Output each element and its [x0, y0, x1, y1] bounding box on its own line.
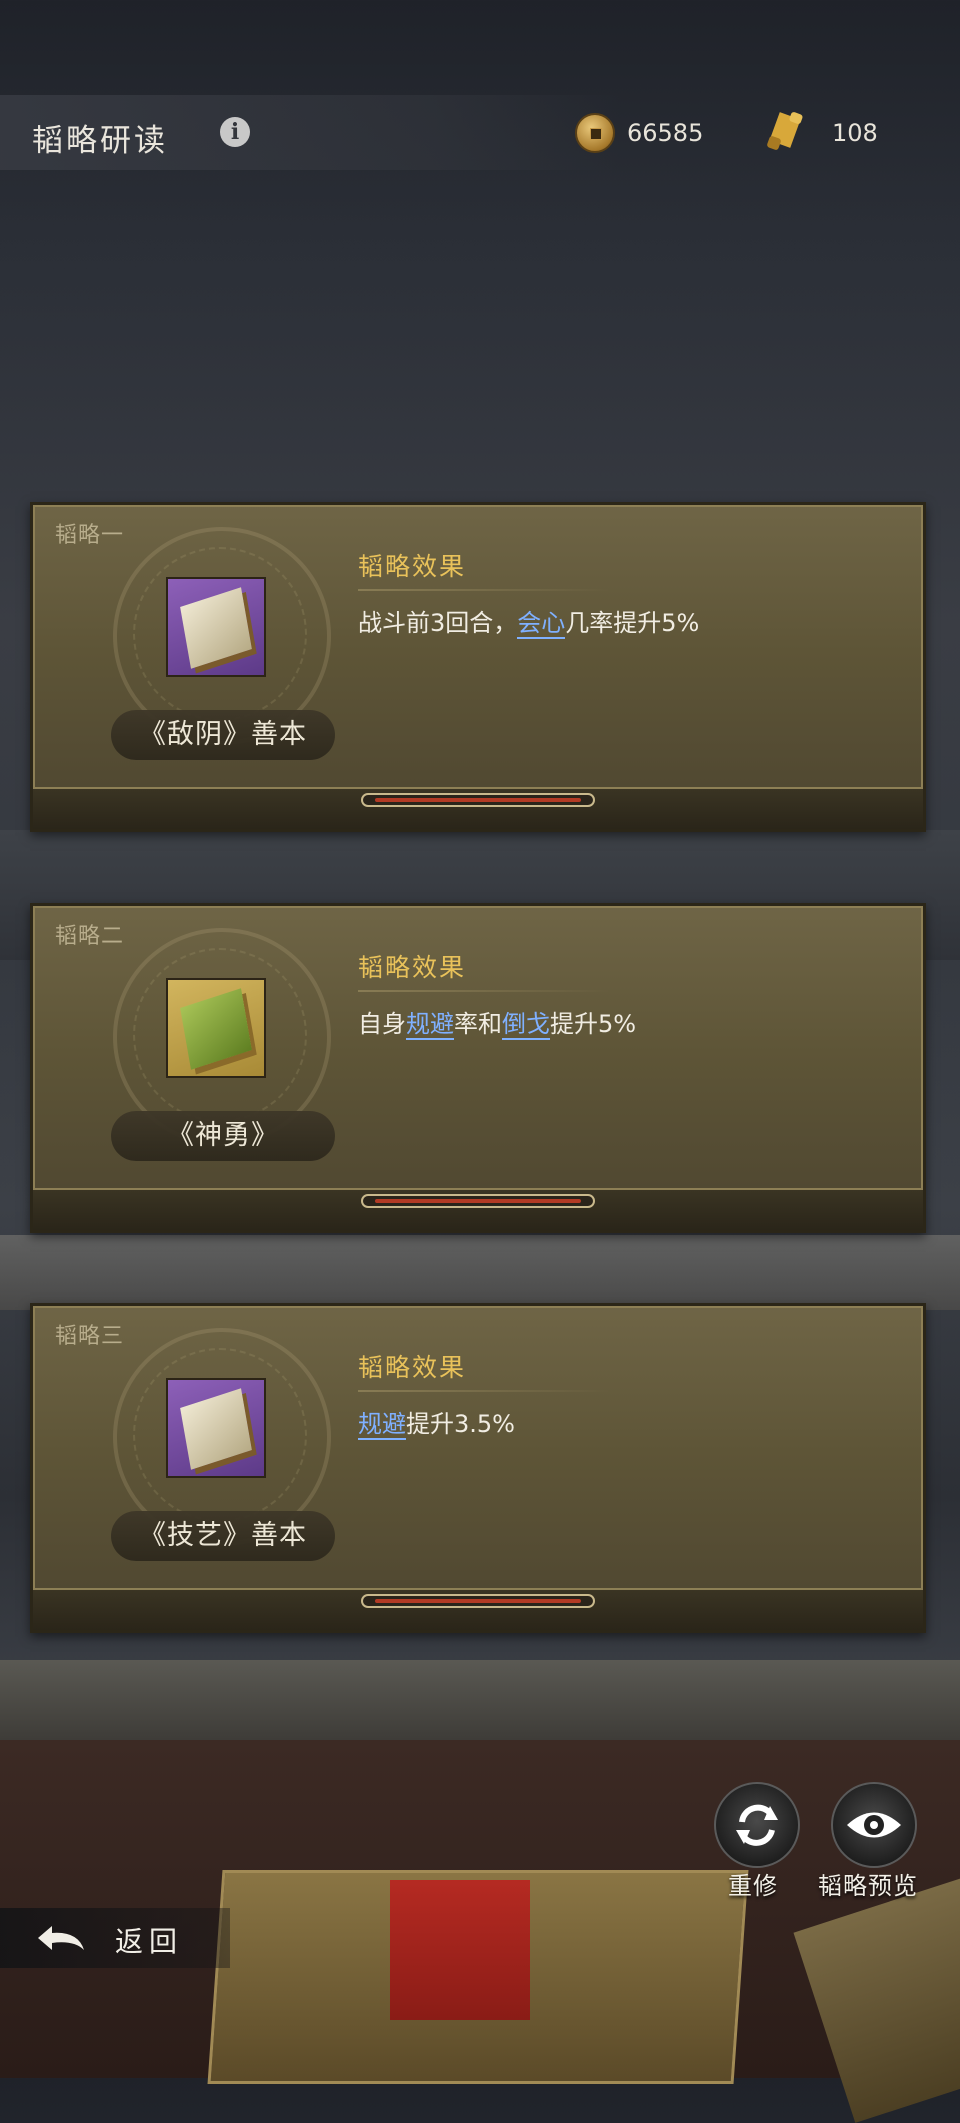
reforge-button[interactable]: [714, 1782, 800, 1868]
progress-fill: [375, 1599, 581, 1603]
keyword-link[interactable]: 会心: [517, 609, 566, 639]
effect-title: 韬略效果: [358, 953, 467, 982]
reforge-label: 重修: [728, 1872, 778, 1900]
book-name: 《技艺》善本: [111, 1511, 335, 1561]
background-shelf: [0, 1235, 960, 1310]
effect-text-part: 几率提升5%: [565, 609, 700, 637]
divider: [358, 589, 610, 591]
purple-book-icon[interactable]: [166, 1378, 266, 1478]
progress-fill: [375, 798, 581, 802]
progress-bar: [361, 1194, 595, 1208]
effect-title: 韬略效果: [358, 552, 467, 581]
purple-book-icon[interactable]: [166, 577, 266, 677]
preview-button[interactable]: [831, 1782, 917, 1868]
effect-text-part: 率和: [454, 1010, 502, 1038]
back-arrow-icon: [38, 1926, 84, 1950]
back-label: 返回: [115, 1925, 184, 1958]
strategy-card-1[interactable]: 韬略一 《敌阴》善本 韬略效果 战斗前3回合，会心几率提升5%: [30, 502, 926, 832]
effect-description: 战斗前3回合，会心几率提升5%: [358, 603, 700, 639]
background-table: [0, 1660, 960, 1740]
preview-label: 韬略预览: [818, 1872, 918, 1900]
info-icon[interactable]: i: [220, 117, 250, 147]
progress-fill: [375, 1199, 581, 1203]
effect-text-part: 战斗前3回合，: [358, 609, 518, 637]
strategy-card-3[interactable]: 韬略三 《技艺》善本 韬略效果 规避提升3.5%: [30, 1303, 926, 1633]
effect-text-part: 提升3.5%: [406, 1410, 515, 1438]
effect-description: 自身规避率和倒戈提升5%: [358, 1004, 637, 1040]
progress-bar: [361, 793, 595, 807]
decorative-seal: [390, 1880, 530, 2020]
coin-count: 66585: [627, 119, 704, 147]
keyword-link[interactable]: 倒戈: [502, 1010, 550, 1040]
refresh-icon: [736, 1804, 778, 1846]
effect-title: 韬略效果: [358, 1353, 467, 1382]
page-title: 韬略研读: [32, 123, 168, 159]
keyword-link[interactable]: 规避: [358, 1410, 406, 1440]
card-label: 韬略二: [55, 924, 125, 949]
copper-coin-icon: [575, 113, 615, 153]
book-name: 《神勇》: [111, 1111, 335, 1161]
scroll-count: 108: [832, 119, 878, 147]
divider: [358, 990, 610, 992]
card-label: 韬略三: [55, 1324, 125, 1349]
effect-text-part: 自身: [358, 1010, 406, 1038]
scroll-icon: [767, 112, 803, 150]
book-name: 《敌阴》善本: [111, 710, 335, 760]
eye-icon: [847, 1812, 901, 1838]
card-label: 韬略一: [55, 523, 125, 548]
keyword-link[interactable]: 规避: [406, 1010, 454, 1040]
progress-bar: [361, 1594, 595, 1608]
strategy-card-2[interactable]: 韬略二 《神勇》 韬略效果 自身规避率和倒戈提升5%: [30, 903, 926, 1233]
effect-text-part: 提升5%: [550, 1010, 637, 1038]
back-button[interactable]: 返回: [0, 1908, 230, 1968]
top-bar: 韬略研读 i 66585 108: [0, 95, 960, 170]
divider: [358, 1390, 610, 1392]
gold-book-icon[interactable]: [166, 978, 266, 1078]
effect-description: 规避提升3.5%: [358, 1404, 515, 1440]
